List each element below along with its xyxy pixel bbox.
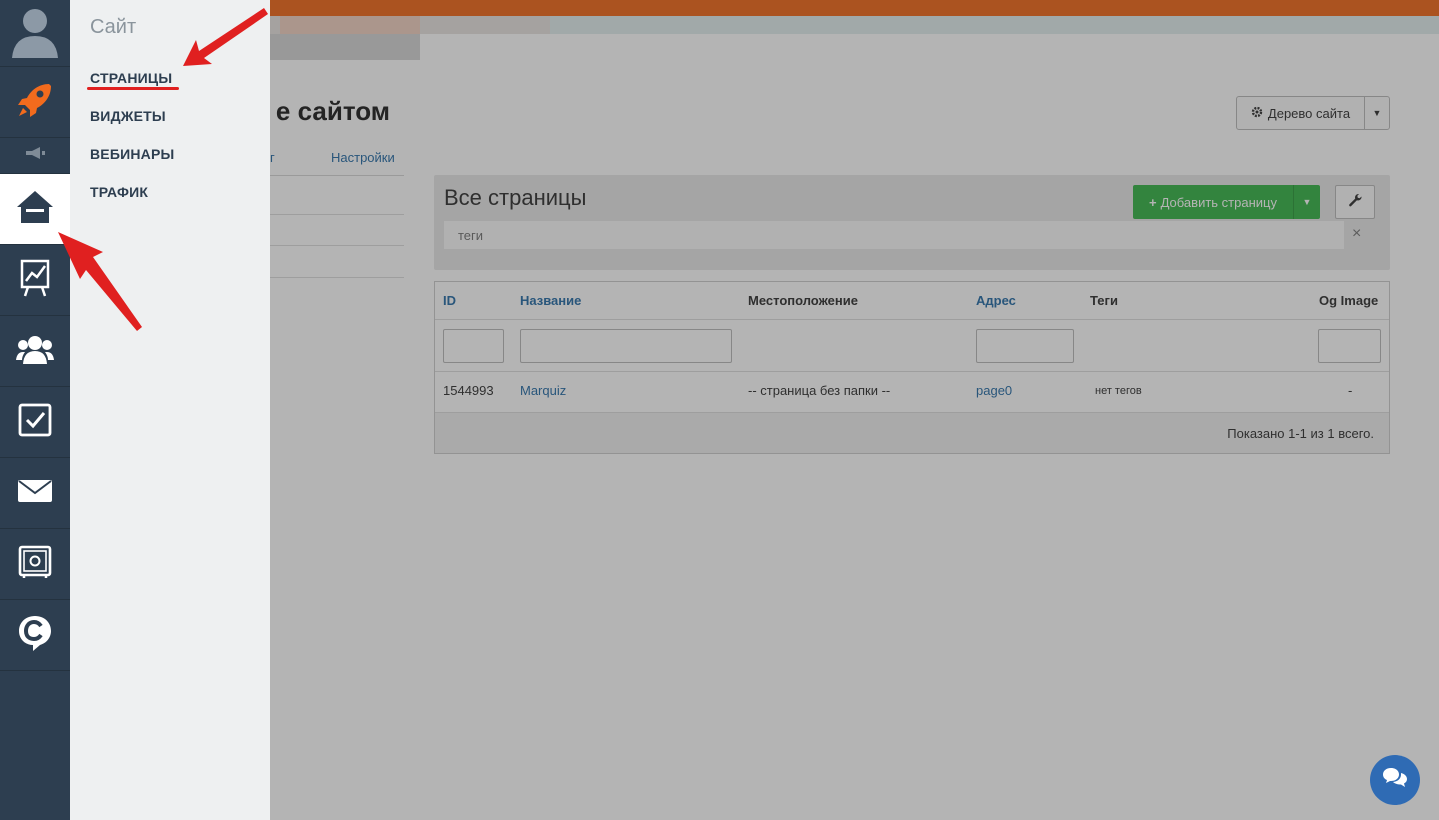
dim-overlay[interactable]: [270, 0, 1439, 820]
profile-item[interactable]: [0, 0, 70, 67]
mail-icon: [18, 479, 52, 507]
support-chat-item[interactable]: [0, 600, 70, 671]
site-submenu: Сайт СТРАНИЦЫ ВИДЖЕТЫ ВЕБИНАРЫ ТРАФИК: [70, 0, 270, 820]
annotation-underline: [87, 87, 179, 90]
submenu-title: Сайт: [90, 16, 137, 38]
safe-icon: [18, 545, 52, 584]
chat-widget-button[interactable]: [1370, 755, 1420, 805]
chat-bubbles-icon: [1382, 767, 1408, 794]
rocket-icon: [15, 80, 55, 125]
users-icon: [16, 334, 54, 369]
safe-item[interactable]: [0, 529, 70, 600]
chat-c-icon: [17, 614, 53, 657]
submenu-item-webinars[interactable]: ВЕБИНАРЫ: [90, 146, 174, 162]
users-item[interactable]: [0, 316, 70, 387]
rocket-item[interactable]: [0, 67, 70, 138]
tasks-item[interactable]: [0, 387, 70, 458]
user-avatar-icon: [10, 3, 60, 63]
checkbox-icon: [18, 403, 52, 442]
mail-item[interactable]: [0, 458, 70, 529]
submenu-item-pages[interactable]: СТРАНИЦЫ: [90, 70, 172, 86]
icon-rail: [0, 0, 70, 820]
home-item[interactable]: [0, 174, 70, 245]
announcements-item[interactable]: [0, 138, 70, 174]
statistics-item[interactable]: [0, 245, 70, 316]
submenu-item-traffic[interactable]: ТРАФИК: [90, 184, 148, 200]
home-icon: [16, 190, 54, 229]
chart-icon: [20, 259, 50, 302]
submenu-item-widgets[interactable]: ВИДЖЕТЫ: [90, 108, 166, 124]
megaphone-icon: [24, 146, 46, 165]
